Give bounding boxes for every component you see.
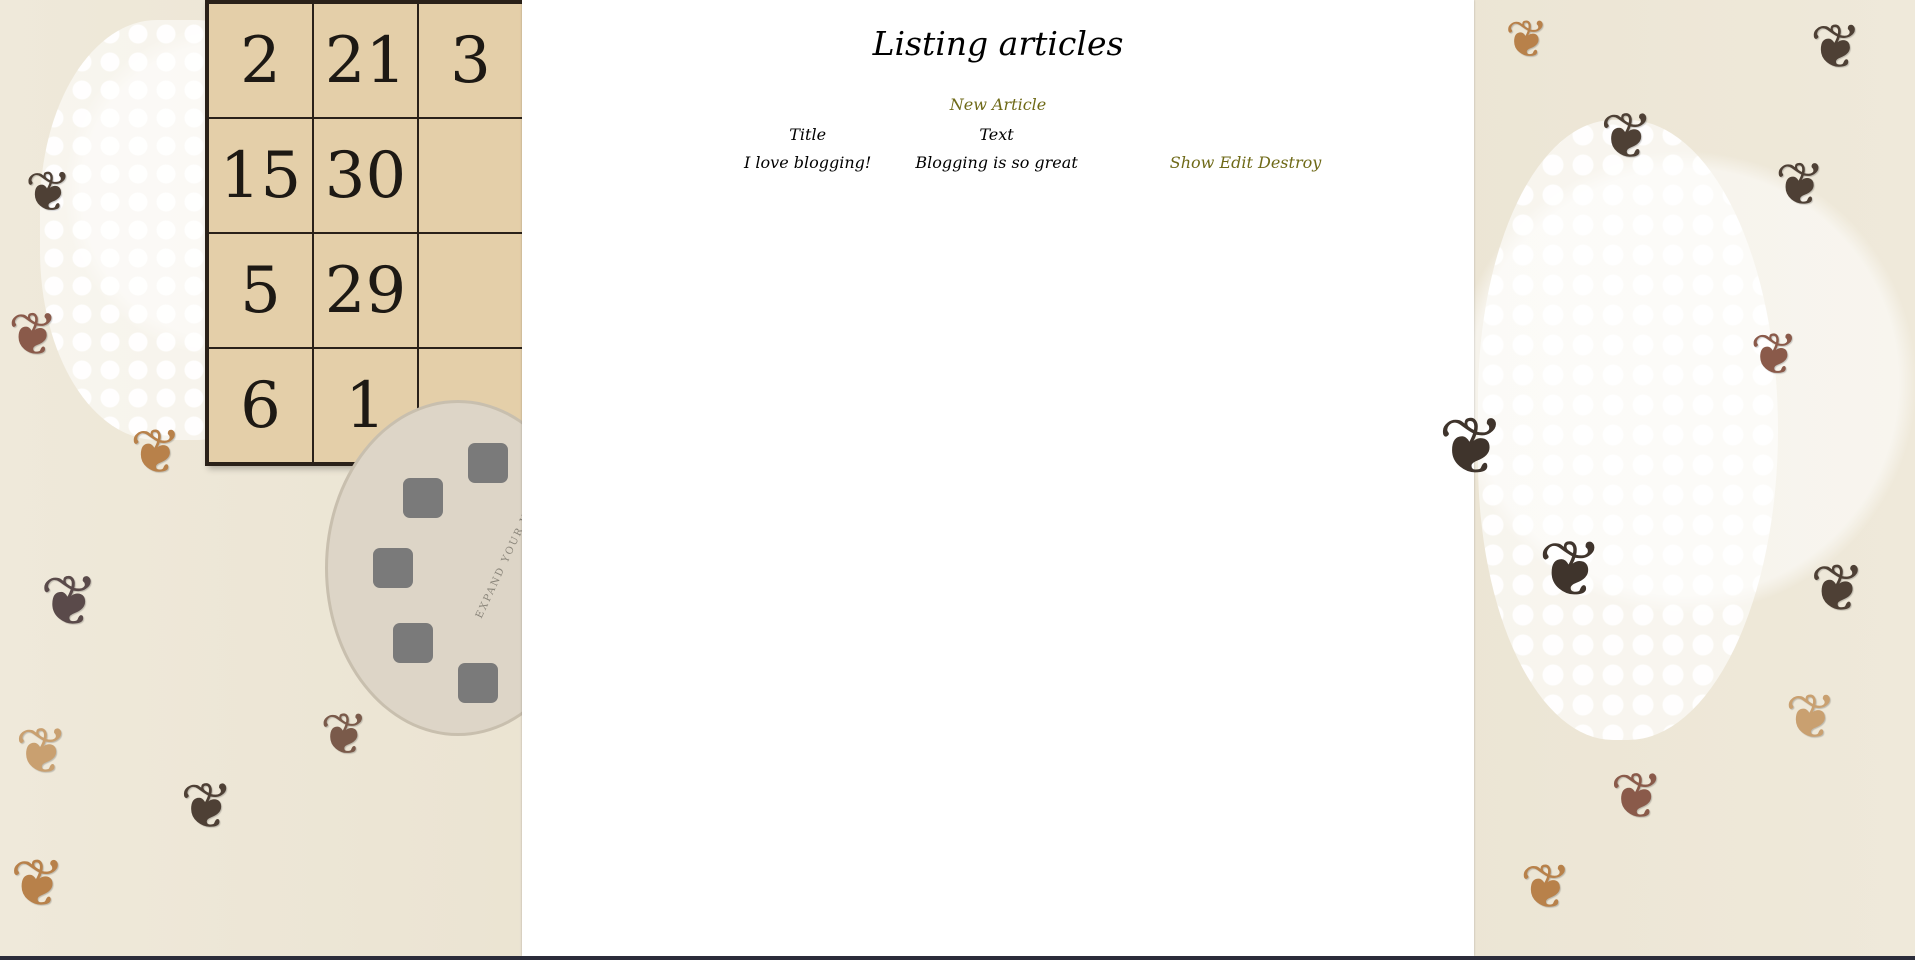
butterfly-icon: ❦ <box>1750 320 1799 388</box>
article-title: I love blogging! <box>744 152 872 172</box>
edit-link[interactable]: Edit <box>1219 153 1252 172</box>
butterfly-icon: ❦ <box>1810 10 1862 83</box>
destroy-link[interactable]: Destroy <box>1258 153 1321 172</box>
articles-table: Title Text I love blogging! Blogging is … <box>722 120 1343 176</box>
butterfly-icon: ❦ <box>1810 550 1866 627</box>
column-header-text: Text <box>979 124 1014 144</box>
show-link[interactable]: Show <box>1170 153 1215 172</box>
butterfly-icon: ❦ <box>1438 400 1506 493</box>
butterfly-icon: ❦ <box>15 715 69 789</box>
content-panel: Listing articles New Article Title Text … <box>522 0 1474 956</box>
table-header-row: Title Text <box>722 120 1343 148</box>
butterfly-icon: ❦ <box>1775 150 1826 220</box>
page-title: Listing articles <box>872 24 1124 63</box>
butterfly-icon: ❦ <box>8 300 59 370</box>
butterfly-icon: ❦ <box>130 415 182 488</box>
butterfly-icon: ❦ <box>40 560 99 642</box>
butterfly-icon: ❦ <box>1520 850 1572 923</box>
butterfly-icon: ❦ <box>180 770 234 844</box>
butterfly-icon: ❦ <box>1538 525 1604 615</box>
butterfly-icon: ❦ <box>1785 680 1837 753</box>
bottom-bar <box>0 956 1915 960</box>
butterfly-icon: ❦ <box>1610 760 1664 834</box>
new-article-link[interactable]: New Article <box>522 95 1474 114</box>
butterfly-icon: ❦ <box>10 845 66 922</box>
article-text: Blogging is so great <box>915 152 1078 172</box>
table-row: I love blogging! Blogging is so great Sh… <box>722 148 1343 176</box>
butterfly-icon: ❦ <box>1600 100 1654 174</box>
column-header-actions <box>1100 120 1344 148</box>
butterfly-icon: ❦ <box>1505 10 1549 70</box>
butterfly-icon: ❦ <box>320 700 369 768</box>
butterfly-icon: ❦ <box>25 160 72 225</box>
row-actions: Show Edit Destroy <box>1100 148 1344 176</box>
column-header-title: Title <box>789 124 827 144</box>
